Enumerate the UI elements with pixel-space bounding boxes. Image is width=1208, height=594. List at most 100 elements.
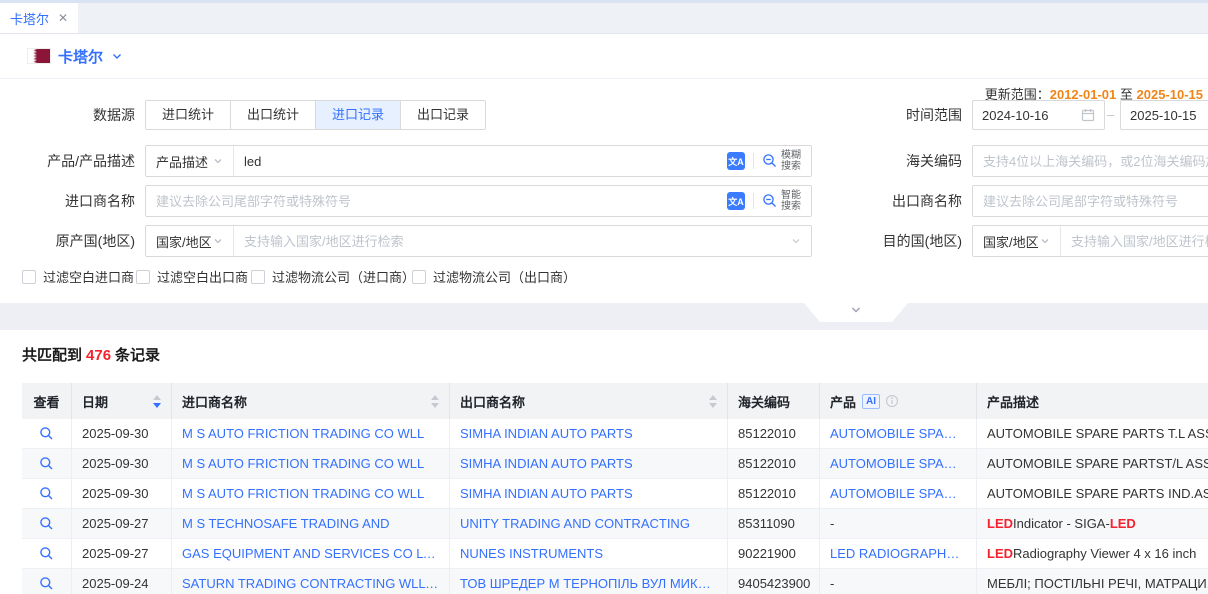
origin-country-select[interactable]: 国家/地区 bbox=[146, 226, 234, 256]
exporter-link[interactable]: NUNES INSTRUMENTS bbox=[460, 546, 603, 561]
table-header: 查看 日期 进口商名称 出口商名称 海关编码 产品 AI 产品描述 bbox=[22, 383, 1208, 419]
date-start-value: 2024-10-16 bbox=[982, 108, 1075, 123]
importer-label: 进口商名称 bbox=[0, 185, 135, 217]
col-view: 查看 bbox=[22, 383, 72, 419]
date-range-dash: – bbox=[1107, 100, 1114, 130]
checkbox-filter-blank-importer[interactable]: 过滤空白进口商 bbox=[22, 267, 134, 286]
origin-country-box: 国家/地区 bbox=[145, 225, 812, 257]
chevron-down-icon[interactable] bbox=[791, 236, 801, 246]
tab-qatar[interactable]: 卡塔尔 ✕ bbox=[0, 3, 78, 33]
col-exporter: 出口商名称 bbox=[450, 383, 728, 419]
sort-importer[interactable] bbox=[425, 395, 439, 408]
exporter-box bbox=[972, 185, 1208, 217]
date-start-input[interactable]: 2024-10-16 bbox=[972, 100, 1105, 130]
product-type-select[interactable]: 产品描述 bbox=[146, 146, 234, 176]
chevron-down-icon[interactable] bbox=[111, 50, 123, 62]
col-date: 日期 bbox=[72, 383, 172, 419]
filter-panel: 更新范围：2012-01-01 至 2025-10-15 数据源 进口统计 出口… bbox=[0, 79, 1208, 303]
filter-checkboxes: 过滤空白进口商 过滤空白出口商 过滤物流公司（进口商） 过滤物流公司（出口商） bbox=[0, 267, 1208, 285]
country-title: 卡塔尔 bbox=[58, 46, 103, 67]
btn-import-records[interactable]: 进口记录 bbox=[315, 101, 400, 129]
btn-export-records[interactable]: 出口记录 bbox=[400, 101, 485, 129]
exporter-link[interactable]: SIMHA INDIAN AUTO PARTS bbox=[460, 426, 633, 441]
product-search-box: 产品描述 文A 模糊搜索 bbox=[145, 145, 812, 177]
product-search-input[interactable] bbox=[234, 154, 727, 169]
view-magnifier-icon[interactable] bbox=[39, 456, 54, 471]
data-source-label: 数据源 bbox=[0, 100, 135, 130]
cell-description: LED Indicator - SIGA-LED bbox=[977, 509, 1208, 539]
translate-icon[interactable]: 文A bbox=[727, 152, 745, 170]
importer-link[interactable]: GAS EQUIPMENT AND SERVICES CO LTD bbox=[182, 546, 439, 561]
view-magnifier-icon[interactable] bbox=[39, 426, 54, 441]
view-magnifier-icon[interactable] bbox=[39, 546, 54, 561]
exporter-input[interactable] bbox=[973, 194, 1208, 209]
smart-search-button[interactable]: 智能搜索 bbox=[762, 190, 811, 212]
importer-link[interactable]: M S AUTO FRICTION TRADING CO WLL bbox=[182, 426, 424, 441]
zoom-search-icon bbox=[762, 153, 778, 169]
close-icon[interactable]: ✕ bbox=[58, 12, 68, 24]
importer-link[interactable]: M S AUTO FRICTION TRADING CO WLL bbox=[182, 486, 424, 501]
checkbox-icon[interactable] bbox=[412, 270, 426, 284]
destination-country-select[interactable]: 国家/地区 bbox=[973, 226, 1061, 256]
destination-select-value: 国家/地区 bbox=[983, 232, 1039, 251]
sort-exporter[interactable] bbox=[703, 395, 717, 408]
hs-code-box bbox=[972, 145, 1208, 177]
exporter-link[interactable]: ТОВ ШРЕДЕР М ТЕРНОПІЛЬ ВУЛ МИКУЛИ... bbox=[460, 576, 717, 591]
info-icon[interactable] bbox=[885, 394, 899, 408]
collapse-filters-button[interactable] bbox=[804, 303, 908, 322]
date-end-input[interactable]: 2025-10-15 bbox=[1120, 100, 1208, 130]
origin-select-value: 国家/地区 bbox=[156, 232, 212, 251]
cell-hs-code: 9405423900 bbox=[728, 569, 820, 594]
chevron-down-icon bbox=[213, 236, 223, 246]
cell-hs-code: 85311090 bbox=[728, 509, 820, 539]
importer-input[interactable] bbox=[146, 194, 727, 209]
importer-link[interactable]: M S TECHNOSAFE TRADING AND bbox=[182, 516, 390, 531]
view-magnifier-icon[interactable] bbox=[39, 516, 54, 531]
destination-country-input[interactable] bbox=[1061, 234, 1208, 249]
btn-import-stats[interactable]: 进口统计 bbox=[146, 101, 230, 129]
records-table: 查看 日期 进口商名称 出口商名称 海关编码 产品 AI 产品描述 2025-0… bbox=[22, 383, 1208, 594]
exporter-link[interactable]: SIMHA INDIAN AUTO PARTS bbox=[460, 456, 633, 471]
fuzzy-search-label: 模糊搜索 bbox=[781, 150, 803, 172]
cell-hs-code: 85122010 bbox=[728, 479, 820, 509]
smart-search-label: 智能搜索 bbox=[781, 190, 803, 212]
view-magnifier-icon[interactable] bbox=[39, 576, 54, 591]
checkbox-filter-logistics-importer[interactable]: 过滤物流公司（进口商） bbox=[251, 267, 415, 286]
product-link[interactable]: AUTOMOBILE SPARE P... bbox=[830, 456, 966, 471]
product-link[interactable]: AUTOMOBILE SPARE P... bbox=[830, 426, 966, 441]
result-count: 476 bbox=[86, 347, 111, 364]
col-importer: 进口商名称 bbox=[172, 383, 450, 419]
hs-code-input[interactable] bbox=[973, 154, 1208, 169]
exporter-link[interactable]: SIMHA INDIAN AUTO PARTS bbox=[460, 486, 633, 501]
importer-link[interactable]: M S AUTO FRICTION TRADING CO WLL bbox=[182, 456, 424, 471]
chevron-down-icon bbox=[1040, 236, 1050, 246]
translate-icon[interactable]: 文A bbox=[727, 192, 745, 210]
table-row: 2025-09-30 M S AUTO FRICTION TRADING CO … bbox=[22, 449, 1208, 479]
destination-country-box: 国家/地区 bbox=[972, 225, 1208, 257]
checkbox-filter-blank-exporter[interactable]: 过滤空白出口商 bbox=[136, 267, 248, 286]
table-row: 2025-09-30 M S AUTO FRICTION TRADING CO … bbox=[22, 419, 1208, 449]
importer-link[interactable]: SATURN TRADING CONTRACTING WLL BUI... bbox=[182, 576, 439, 591]
exporter-link[interactable]: UNITY TRADING AND CONTRACTING bbox=[460, 516, 690, 531]
cell-description: AUTOMOBILE SPARE PARTS IND.ASS... bbox=[977, 479, 1208, 509]
calendar-icon bbox=[1081, 108, 1095, 122]
cell-description: МЕБЛІ; ПОСТІЛЬНІ РЕЧІ, МАТРАЦИ,... bbox=[977, 569, 1208, 594]
cell-product: - bbox=[820, 569, 977, 594]
origin-country-input[interactable] bbox=[234, 234, 791, 249]
checkbox-icon[interactable] bbox=[22, 270, 36, 284]
cell-date: 2025-09-30 bbox=[72, 479, 172, 509]
table-row: 2025-09-24 SATURN TRADING CONTRACTING WL… bbox=[22, 569, 1208, 594]
view-magnifier-icon[interactable] bbox=[39, 486, 54, 501]
cell-date: 2025-09-24 bbox=[72, 569, 172, 594]
checkbox-filter-logistics-exporter[interactable]: 过滤物流公司（出口商） bbox=[412, 267, 576, 286]
checkbox-icon[interactable] bbox=[136, 270, 150, 284]
result-prefix: 共匹配到 bbox=[22, 347, 82, 364]
product-link[interactable]: AUTOMOBILE SPARE P... bbox=[830, 486, 966, 501]
divider bbox=[753, 193, 754, 209]
sort-date[interactable] bbox=[147, 395, 161, 408]
checkbox-icon[interactable] bbox=[251, 270, 265, 284]
fuzzy-search-button[interactable]: 模糊搜索 bbox=[762, 150, 811, 172]
btn-export-stats[interactable]: 出口统计 bbox=[230, 101, 315, 129]
cell-product: - bbox=[820, 509, 977, 539]
product-link[interactable]: LED RADIOGRAPHY VI... bbox=[830, 546, 966, 561]
